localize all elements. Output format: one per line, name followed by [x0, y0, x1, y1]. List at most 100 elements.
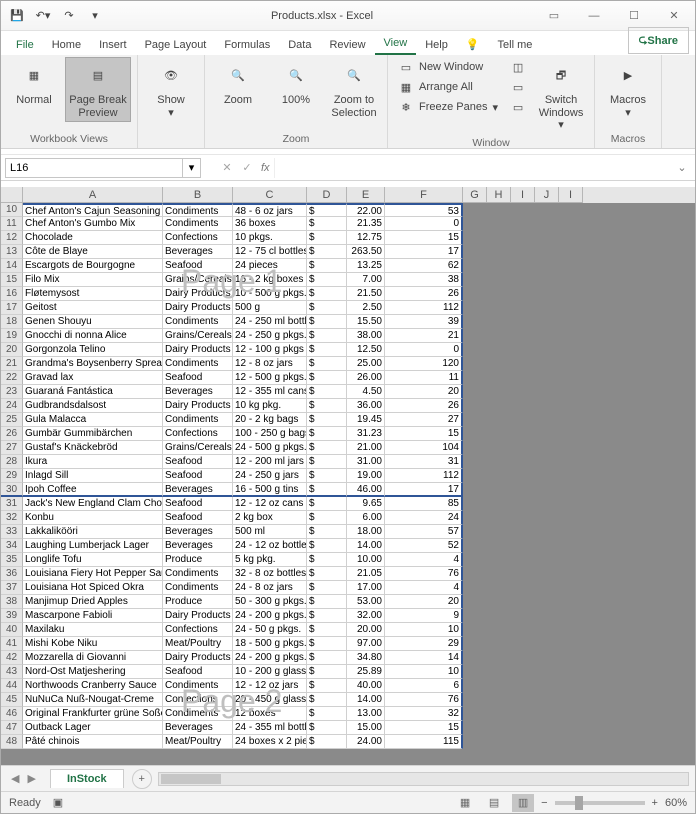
row-header[interactable]: 21 — [1, 357, 23, 371]
row-header[interactable]: 48 — [1, 735, 23, 749]
cell[interactable]: 2 kg box — [233, 511, 307, 525]
cell[interactable]: 12 - 12 oz cans — [233, 497, 307, 511]
cell[interactable]: Gorgonzola Telino — [23, 343, 163, 357]
cell[interactable]: 115 — [385, 735, 463, 749]
cell[interactable]: Ipoh Coffee — [23, 483, 163, 497]
cell[interactable]: 14.00 — [347, 693, 385, 707]
row-header[interactable]: 27 — [1, 441, 23, 455]
cell[interactable]: Meat/Poultry — [163, 637, 233, 651]
row-header[interactable]: 41 — [1, 637, 23, 651]
cell[interactable]: 52 — [385, 539, 463, 553]
cell[interactable]: $ — [307, 735, 347, 749]
cell[interactable]: Beverages — [163, 385, 233, 399]
cell[interactable]: $ — [307, 469, 347, 483]
cell[interactable]: Laughing Lumberjack Lager — [23, 539, 163, 553]
cell[interactable]: 2.50 — [347, 301, 385, 315]
cell[interactable]: 27 — [385, 413, 463, 427]
row-header[interactable]: 35 — [1, 553, 23, 567]
switch-windows-button[interactable]: 🗗 SwitchWindows ▾ — [534, 57, 588, 135]
row-header[interactable]: 37 — [1, 581, 23, 595]
cell[interactable]: 12 - 8 oz jars — [233, 357, 307, 371]
cell[interactable]: Beverages — [163, 539, 233, 553]
cell[interactable]: 112 — [385, 301, 463, 315]
cell[interactable]: 15 — [385, 231, 463, 245]
cell[interactable]: 53.00 — [347, 595, 385, 609]
row-header[interactable]: 36 — [1, 567, 23, 581]
row-header[interactable]: 13 — [1, 245, 23, 259]
cell[interactable]: $ — [307, 315, 347, 329]
cell[interactable]: Ikura — [23, 455, 163, 469]
cell[interactable]: 20 — [385, 385, 463, 399]
split-button[interactable]: ◫ — [506, 57, 530, 77]
cell[interactable]: Chef Anton's Cajun Seasoning — [23, 203, 163, 217]
cell[interactable]: 32.00 — [347, 609, 385, 623]
cell[interactable]: $ — [307, 665, 347, 679]
cell[interactable]: $ — [307, 399, 347, 413]
cell[interactable]: $ — [307, 413, 347, 427]
cell[interactable]: $ — [307, 581, 347, 595]
row-header[interactable]: 28 — [1, 455, 23, 469]
qat-dropdown-icon[interactable]: ▾ — [83, 4, 107, 28]
cell[interactable]: Geitost — [23, 301, 163, 315]
cell[interactable]: Louisiana Hot Spiced Okra — [23, 581, 163, 595]
share-button[interactable]: ⮎ Share — [628, 27, 689, 54]
cell[interactable]: 40.00 — [347, 679, 385, 693]
cell[interactable]: $ — [307, 511, 347, 525]
cell[interactable]: Pâté chinois — [23, 735, 163, 749]
enter-formula-icon[interactable]: ✓ — [237, 158, 257, 178]
cell[interactable]: Dairy Products — [163, 301, 233, 315]
column-header[interactable]: J — [535, 187, 559, 203]
cell[interactable]: Jack's New England Clam Chowder — [23, 497, 163, 511]
cell[interactable]: 50 - 300 g pkgs. — [233, 595, 307, 609]
formula-input[interactable] — [274, 158, 673, 178]
tab-review[interactable]: Review — [320, 35, 374, 55]
row-header[interactable]: 43 — [1, 665, 23, 679]
cell[interactable]: 12 - 500 g pkgs. — [233, 371, 307, 385]
arrange-all-button[interactable]: ▦Arrange All — [394, 77, 502, 97]
tab-data[interactable]: Data — [279, 35, 320, 55]
cell[interactable]: Gumbär Gummibärchen — [23, 427, 163, 441]
cell[interactable]: 62 — [385, 259, 463, 273]
cell[interactable]: 500 g — [233, 301, 307, 315]
cell[interactable]: 13.00 — [347, 707, 385, 721]
row-header[interactable]: 20 — [1, 343, 23, 357]
zoom-button[interactable]: 🔍 Zoom — [211, 57, 265, 110]
cell[interactable]: $ — [307, 553, 347, 567]
cell[interactable]: Seafood — [163, 371, 233, 385]
cell[interactable]: Beverages — [163, 245, 233, 259]
cell[interactable]: 13.25 — [347, 259, 385, 273]
cell[interactable]: $ — [307, 287, 347, 301]
cell[interactable]: Condiments — [163, 357, 233, 371]
cell[interactable]: 21.00 — [347, 441, 385, 455]
cell[interactable]: 15 — [385, 721, 463, 735]
cell[interactable]: 24 - 250 g pkgs. — [233, 329, 307, 343]
row-header[interactable]: 39 — [1, 609, 23, 623]
row-header[interactable]: 34 — [1, 539, 23, 553]
cell[interactable]: Inlagd Sill — [23, 469, 163, 483]
cell[interactable]: 16 - 2 kg boxes — [233, 273, 307, 287]
cell[interactable]: 12 - 200 ml jars — [233, 455, 307, 469]
row-header[interactable]: 11 — [1, 217, 23, 231]
cell[interactable]: 14 — [385, 651, 463, 665]
cell[interactable]: $ — [307, 427, 347, 441]
tab-pagelayout[interactable]: Page Layout — [136, 35, 216, 55]
cell[interactable]: 12 - 75 cl bottles — [233, 245, 307, 259]
cell[interactable]: 4 — [385, 581, 463, 595]
cell[interactable]: 32 - 8 oz bottles — [233, 567, 307, 581]
cell[interactable]: $ — [307, 679, 347, 693]
cell[interactable]: Gula Malacca — [23, 413, 163, 427]
row-header[interactable]: 23 — [1, 385, 23, 399]
cell[interactable]: Confections — [163, 693, 233, 707]
cell[interactable]: 24 - 200 g pkgs. — [233, 609, 307, 623]
cell[interactable]: Chef Anton's Gumbo Mix — [23, 217, 163, 231]
show-button[interactable]: 👁 Show▾ — [144, 57, 198, 122]
cell[interactable]: 17 — [385, 245, 463, 259]
cell[interactable]: 38 — [385, 273, 463, 287]
zoom-slider[interactable] — [555, 801, 645, 805]
column-header[interactable]: C — [233, 187, 307, 203]
row-header[interactable]: 10 — [1, 203, 23, 217]
macro-record-icon[interactable]: ▣ — [53, 796, 63, 809]
cancel-formula-icon[interactable]: ✕ — [217, 158, 237, 178]
row-header[interactable]: 30 — [1, 483, 23, 497]
cell[interactable]: Beverages — [163, 483, 233, 497]
